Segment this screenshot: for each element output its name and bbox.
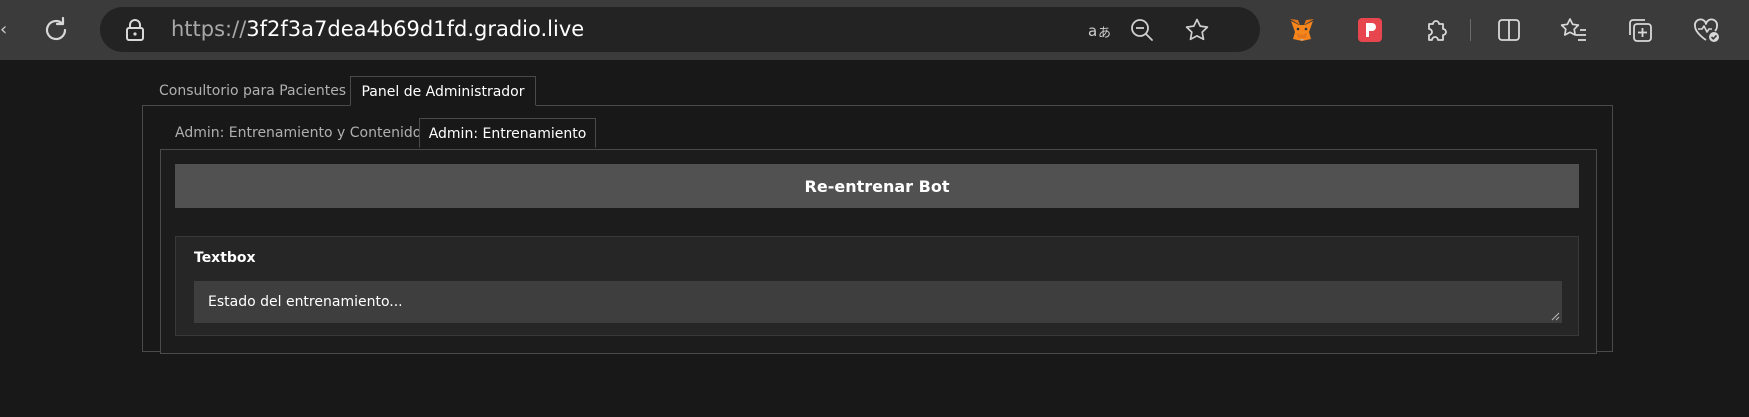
- favorite-star-icon[interactable]: [1184, 17, 1210, 43]
- zoom-out-icon[interactable]: [1129, 17, 1155, 43]
- favorites-list-icon[interactable]: [1559, 15, 1589, 45]
- url-text[interactable]: https://3f2f3a7dea4b69d1fd.gradio.live: [171, 16, 584, 42]
- read-aloud-icon[interactable]: a あ: [1087, 17, 1113, 43]
- gradio-app: Consultorio para Pacientes Panel de Admi…: [0, 60, 1749, 417]
- url-host: 3f2f3a7dea4b69d1fd.gradio.live: [246, 17, 585, 41]
- reload-icon[interactable]: [40, 14, 72, 46]
- svg-text:あ: あ: [1098, 26, 1111, 41]
- retrain-bot-button[interactable]: Re-entrenar Bot: [175, 164, 1579, 208]
- metamask-fox-icon[interactable]: [1287, 15, 1317, 45]
- training-status-value: Estado del entrenamiento...: [208, 294, 403, 310]
- resize-grip-icon[interactable]: [1550, 311, 1560, 321]
- browser-health-icon[interactable]: [1691, 15, 1721, 45]
- textbox-label: Textbox: [194, 250, 256, 266]
- tab-consultorio-pacientes[interactable]: Consultorio para Pacientes: [159, 76, 346, 106]
- extensions-puzzle-icon[interactable]: [1421, 15, 1451, 45]
- training-status-textbox: Textbox Estado del entrenamiento...: [175, 236, 1579, 336]
- training-status-field[interactable]: Estado del entrenamiento...: [194, 281, 1562, 323]
- browser-toolbar: ‹ https://3f2f3a7dea4b69d1fd.gradio.live…: [0, 0, 1749, 60]
- url-scheme: https://: [171, 17, 247, 41]
- tab-admin-entrenamiento-contenido[interactable]: Admin: Entrenamiento y Contenido: [175, 118, 421, 148]
- back-arrow-icon[interactable]: ‹: [0, 20, 8, 40]
- svg-text:a: a: [1088, 22, 1097, 40]
- lock-icon[interactable]: [124, 18, 146, 42]
- split-screen-icon[interactable]: [1494, 15, 1524, 45]
- tab-admin-entrenamiento[interactable]: Admin: Entrenamiento: [419, 118, 596, 148]
- tab-panel-administrador[interactable]: Panel de Administrador: [350, 76, 536, 106]
- toolbar-divider: [1470, 19, 1471, 41]
- extension-p-icon[interactable]: [1355, 15, 1385, 45]
- collections-icon[interactable]: [1625, 15, 1655, 45]
- address-bar[interactable]: https://3f2f3a7dea4b69d1fd.gradio.live a…: [100, 7, 1260, 52]
